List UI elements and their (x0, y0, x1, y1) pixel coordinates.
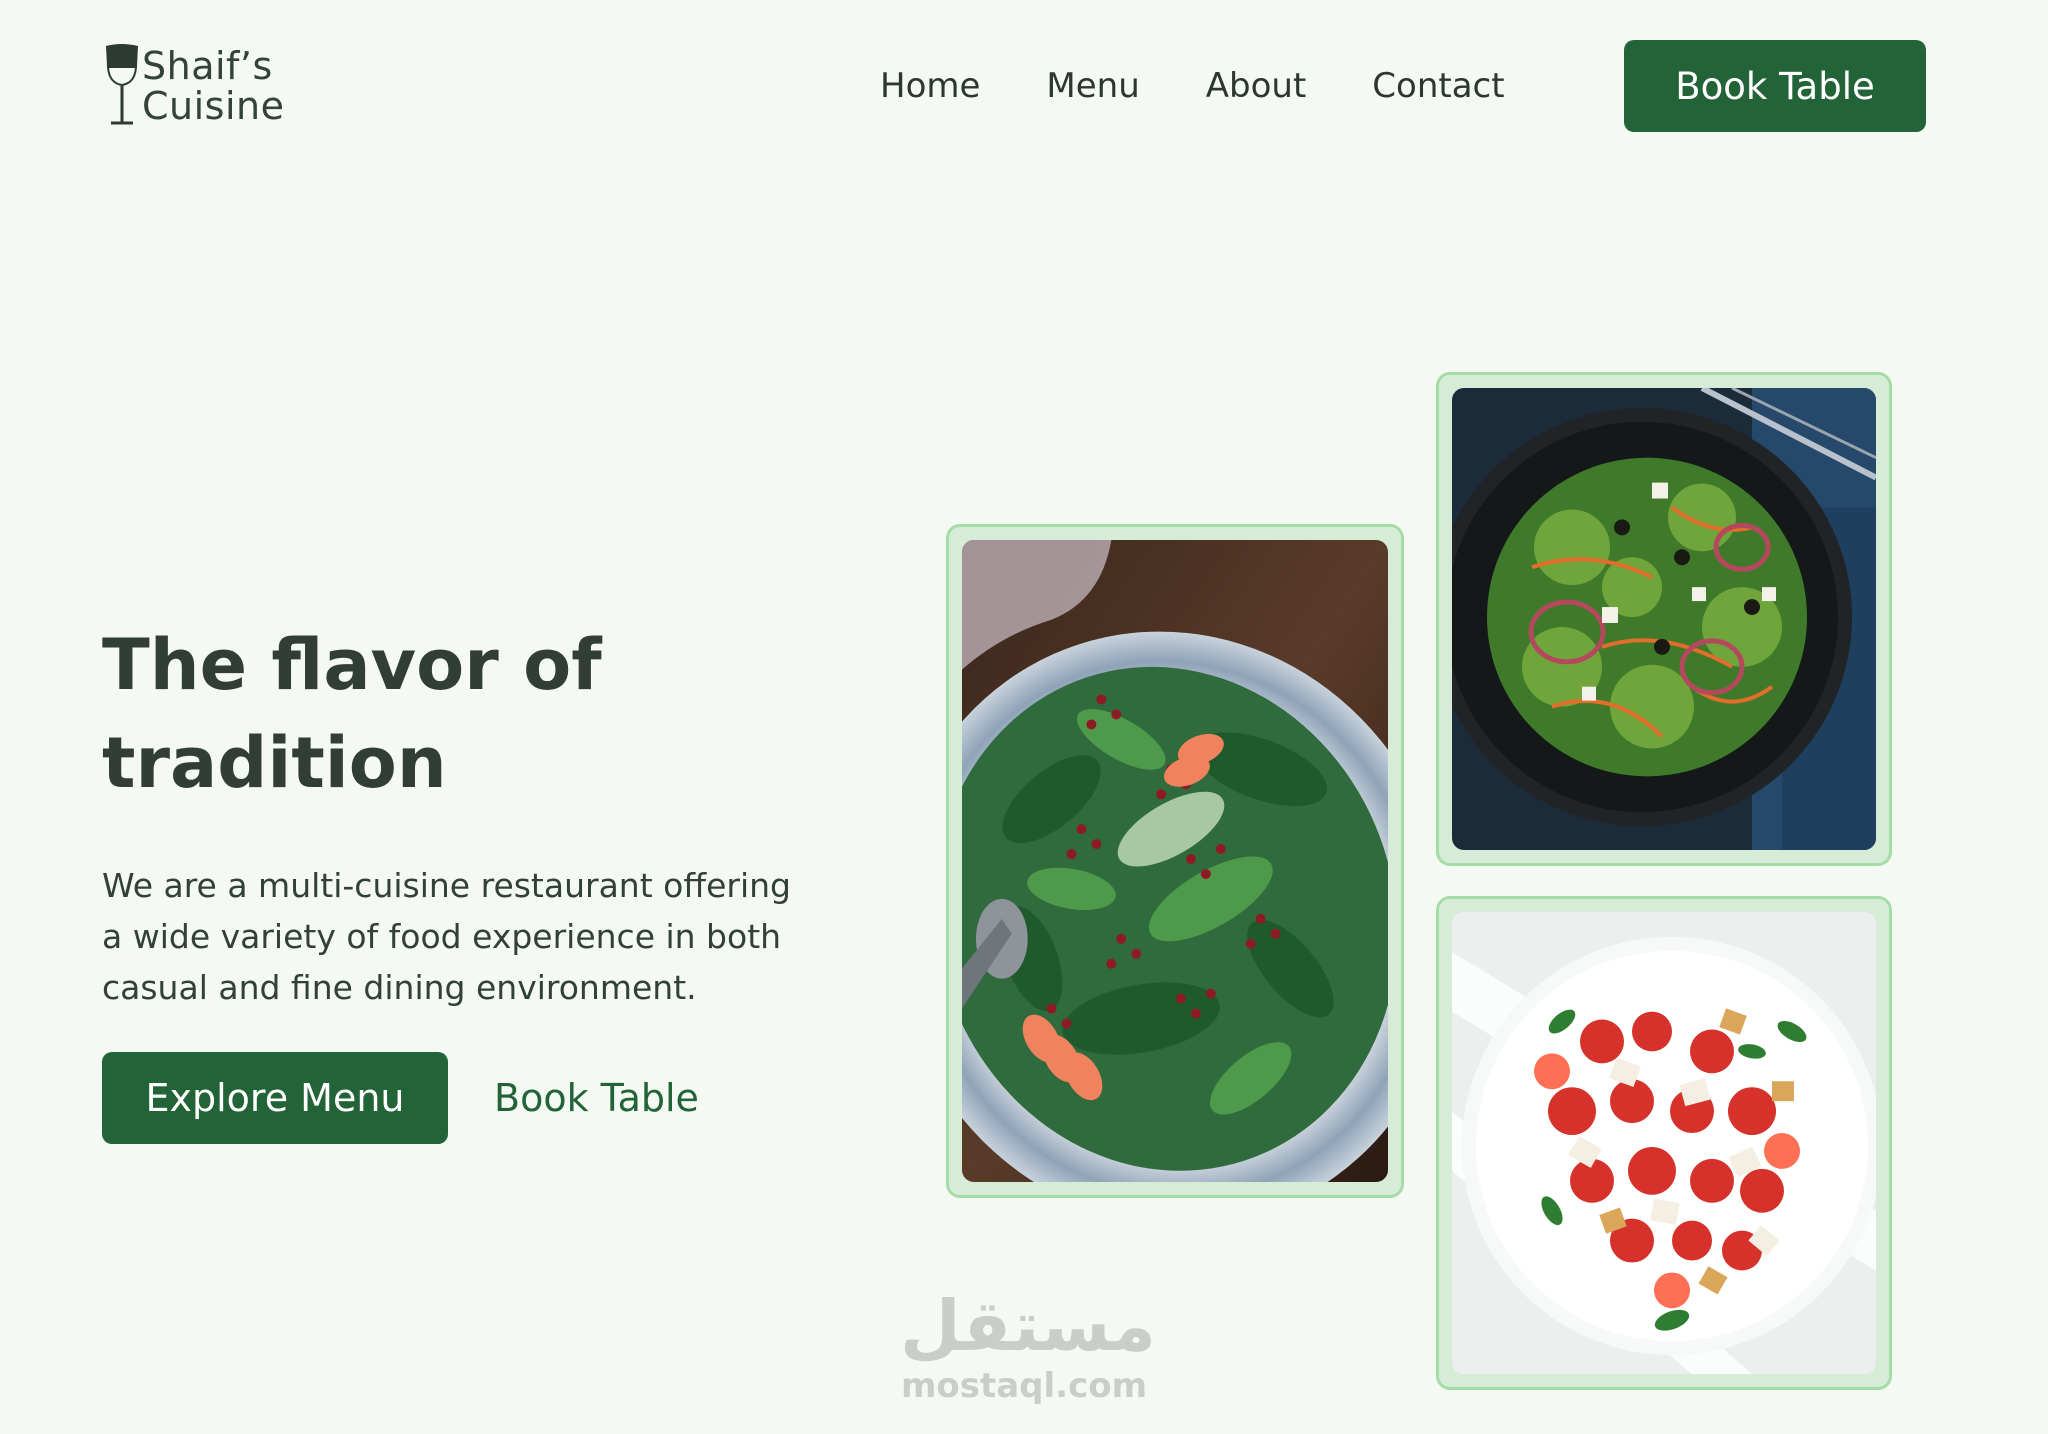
watermark: مستقل mostaql.com (900, 1285, 1157, 1406)
gallery-image-greek-salad (1436, 372, 1892, 866)
brand-name-line1: Shaif’s (142, 44, 273, 88)
hero-description: We are a multi-cuisine restaurant offeri… (102, 866, 791, 1007)
hero-title-line2: tradition (102, 722, 447, 804)
book-table-link[interactable]: Book Table (494, 1052, 699, 1144)
nav-contact-link[interactable]: Contact (1372, 66, 1504, 106)
watermark-logo: مستقل (900, 1285, 1157, 1367)
gallery-image-spinach-salad (946, 524, 1404, 1198)
nav-home-link[interactable]: Home (880, 66, 980, 106)
book-table-button[interactable]: Book Table (1624, 40, 1926, 132)
hero-title-line1: The flavor of (102, 624, 602, 706)
spinach-salad-image (962, 540, 1388, 1182)
explore-menu-button[interactable]: Explore Menu (102, 1052, 448, 1144)
brand-name: Shaif’s Cuisine (142, 46, 285, 126)
nav-about-link[interactable]: About (1206, 66, 1307, 106)
greek-salad-image (1452, 388, 1876, 850)
caprese-salad-image (1452, 912, 1876, 1374)
brand-name-line2: Cuisine (142, 84, 285, 128)
main-nav: Home Menu About Contact (880, 40, 1505, 132)
hero-title: The flavor of tradition (102, 616, 802, 812)
gallery-image-caprese-salad (1436, 896, 1892, 1390)
watermark-url: mostaql.com (900, 1366, 1148, 1406)
brand-logo[interactable]: Shaif’s Cuisine (100, 44, 285, 126)
nav-menu-link[interactable]: Menu (1046, 66, 1139, 106)
wine-glass-icon (106, 44, 138, 125)
